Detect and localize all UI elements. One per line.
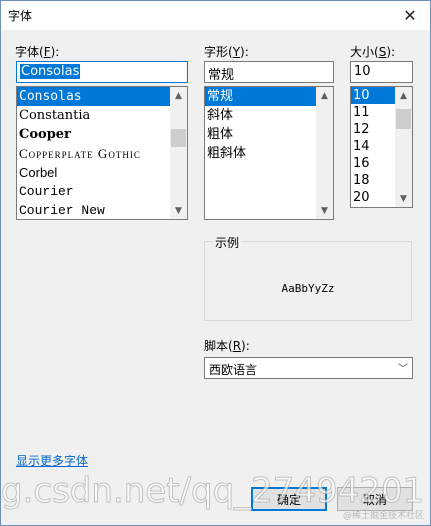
title-bar: 字体 ✕	[1, 1, 430, 30]
style-list-scrollbar[interactable]: ▲ ▼	[316, 87, 333, 219]
script-value: 西欧语言	[209, 363, 258, 377]
chevron-down-icon[interactable]: ﹀	[398, 360, 408, 375]
script-select[interactable]: 西欧语言 ﹀	[204, 357, 413, 379]
sample-text: AaBbYyZz	[281, 282, 335, 295]
dialog-title: 字体	[8, 9, 33, 23]
show-more-fonts-link[interactable]: 显示更多字体	[16, 452, 88, 469]
sample-label: 示例	[213, 234, 242, 251]
font-list-scrollbar[interactable]: ▲ ▼	[170, 87, 187, 219]
corner-watermark: @稀土掘金技术社区	[342, 511, 424, 521]
size-list-scrollbar[interactable]: ▲ ▼	[395, 87, 412, 207]
style-item-italic[interactable]: 斜体	[205, 106, 333, 125]
style-item-bold-italic[interactable]: 粗斜体	[205, 144, 333, 163]
chevron-up-icon[interactable]: ▲	[316, 87, 333, 104]
style-label: 字形(Y):	[204, 45, 249, 59]
style-item-regular[interactable]: 常规	[205, 87, 333, 106]
style-item-bold[interactable]: 粗体	[205, 125, 333, 144]
font-list[interactable]: Consolas Constantia Cooper Copperplate G…	[16, 86, 188, 220]
font-item-courier-new[interactable]: Courier New	[17, 201, 187, 219]
chevron-up-icon[interactable]: ▲	[170, 87, 187, 104]
font-item-courier[interactable]: Courier	[17, 182, 187, 201]
chevron-down-icon[interactable]: ▼	[170, 202, 187, 219]
script-label: 脚本(R):	[204, 339, 250, 353]
size-input[interactable]: 10	[350, 61, 413, 83]
font-name-input[interactable]: Consolas	[16, 61, 188, 83]
font-label: 字体(F):	[15, 45, 60, 59]
scroll-thumb[interactable]	[171, 129, 186, 147]
font-item-corbel[interactable]: Corbel	[17, 163, 187, 182]
chevron-down-icon[interactable]: ▼	[395, 190, 412, 207]
size-label: 大小(S):	[350, 45, 396, 59]
font-item-constantia[interactable]: Constantia	[17, 106, 187, 125]
style-input[interactable]: 常规	[204, 61, 334, 83]
style-value: 常规	[208, 68, 235, 83]
ok-button[interactable]: 确定	[251, 487, 327, 511]
scroll-thumb[interactable]	[396, 109, 411, 129]
font-name-value: Consolas	[20, 64, 81, 79]
chevron-up-icon[interactable]: ▲	[395, 87, 412, 104]
font-dialog: 字体 ✕ 字体(F): Consolas Consolas Constantia…	[0, 0, 431, 526]
close-icon[interactable]: ✕	[390, 1, 430, 30]
size-value: 10	[354, 64, 371, 79]
sample-box: AaBbYyZz	[204, 241, 412, 321]
font-item-cooper[interactable]: Cooper	[17, 125, 187, 144]
chevron-down-icon[interactable]: ▼	[316, 202, 333, 219]
font-item-consolas[interactable]: Consolas	[17, 87, 187, 106]
size-list[interactable]: 10 11 12 14 16 18 20 ▲ ▼	[350, 86, 413, 208]
style-list[interactable]: 常规 斜体 粗体 粗斜体 ▲ ▼	[204, 86, 334, 220]
font-item-copperplate[interactable]: Copperplate Gothic	[17, 144, 187, 163]
